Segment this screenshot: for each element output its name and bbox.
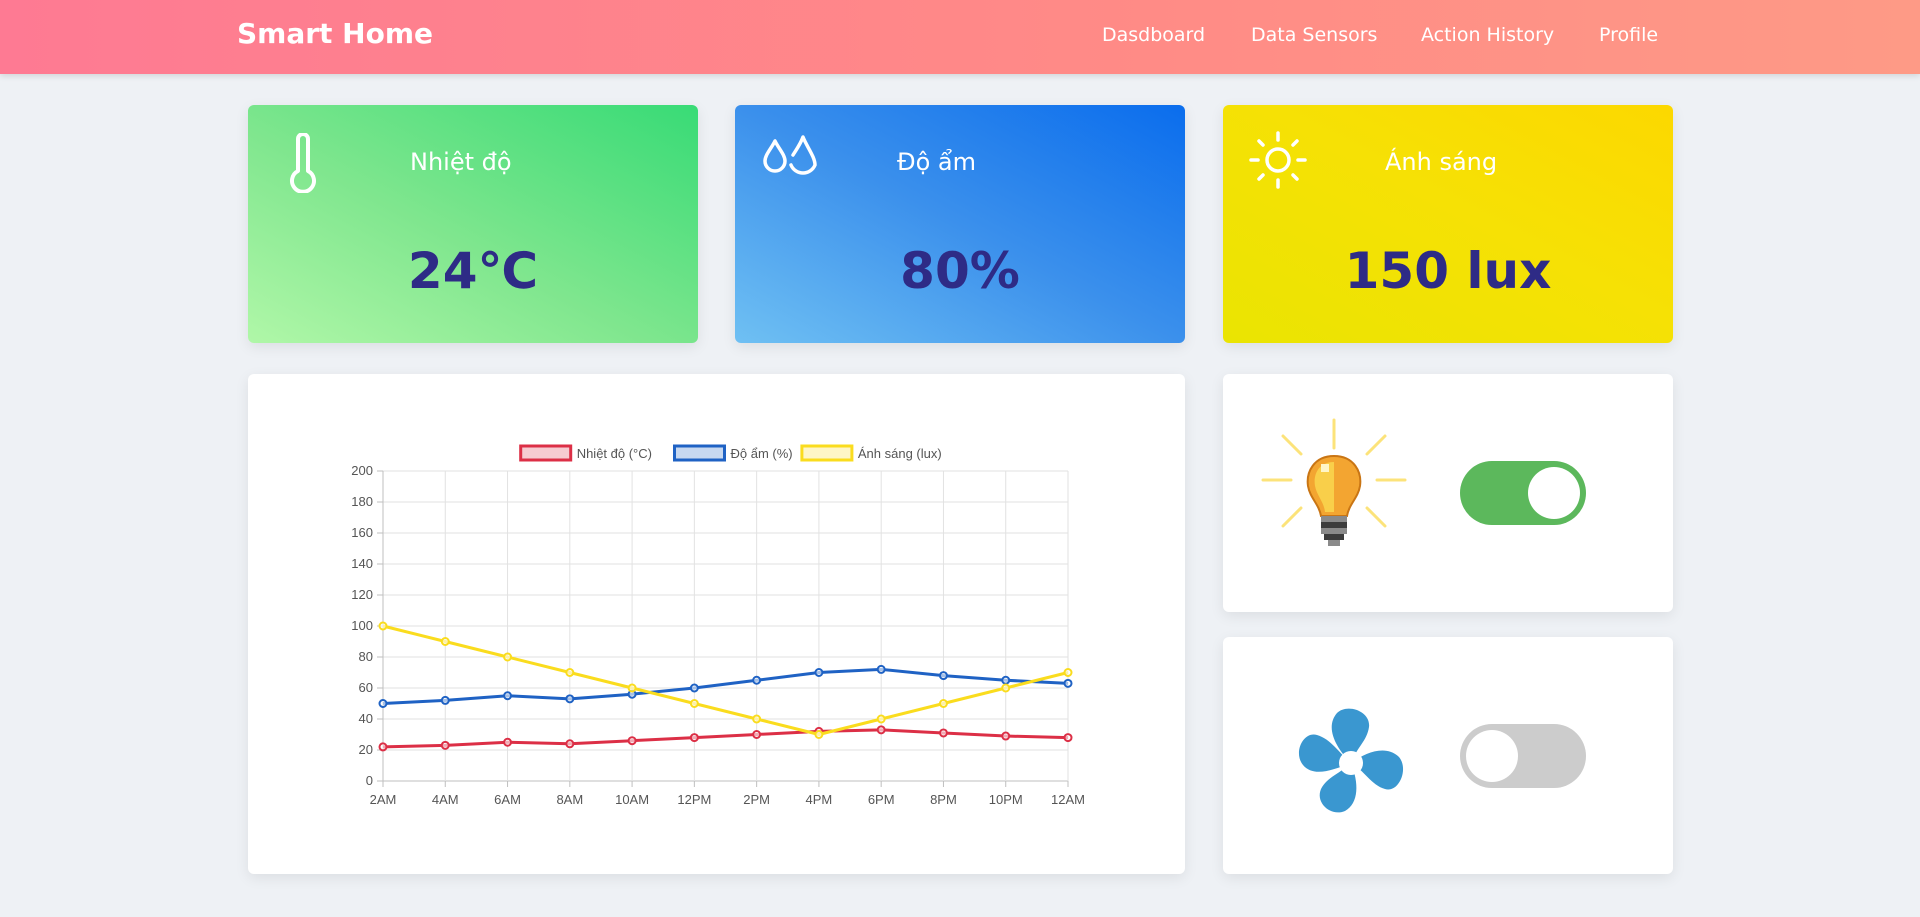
data-point [440, 740, 450, 750]
temperature-card: Nhiệt độ 24℃ [248, 105, 698, 343]
light-label: Ánh sáng [1385, 148, 1498, 176]
x-tick-label: 2PM [743, 792, 770, 807]
series-line-0 [382, 728, 1069, 749]
temperature-value: 24℃ [407, 242, 539, 300]
humidity-label: Độ ẩm [897, 148, 976, 176]
light-value: 150 lux [1344, 242, 1552, 300]
data-point [689, 683, 699, 693]
data-point [1063, 668, 1073, 677]
water-drops-icon [763, 135, 817, 175]
x-tick-label: 6AM [494, 792, 521, 807]
humidity-card: Độ ẩm 80% [735, 105, 1185, 343]
data-point [876, 714, 886, 724]
fan-toggle-knob [1466, 730, 1518, 782]
legend-swatch [673, 444, 726, 462]
data-point [752, 714, 762, 724]
data-point [1001, 675, 1011, 685]
y-tick-label: 120 [351, 587, 373, 602]
x-tick-label: 10AM [615, 792, 649, 807]
data-point [503, 652, 513, 662]
chart-axes: 0 20 40 60 80 100 120 140 160 180 200 2AM 4AM 6AM 8AM 1… [351, 463, 1085, 807]
data-point [627, 736, 637, 746]
data-point [876, 664, 886, 674]
data-point [752, 675, 762, 685]
data-point [378, 699, 388, 708]
data-point [689, 733, 699, 743]
light-bulb-icon [1261, 418, 1407, 546]
temperature-label: Nhiệt độ [410, 148, 512, 176]
navbar: Smart Home Dasdboard Data Sensors Action… [0, 0, 1920, 74]
light-toggle-knob [1528, 467, 1580, 519]
chart-legend[interactable]: Nhiệt độ (°C) Độ ẩm (%) Ánh sáng (lux) [519, 444, 942, 462]
legend-label: Nhiệt độ (°C) [577, 446, 652, 461]
x-tick-label: 12PM [677, 792, 711, 807]
nav-link-data-sensors[interactable]: Data Sensors [1251, 24, 1377, 46]
legend-label: Ánh sáng (lux) [858, 446, 942, 461]
legend-swatch [519, 444, 573, 462]
legend-swatch [800, 444, 854, 462]
data-point [503, 737, 513, 747]
x-tick-label: 2AM [370, 792, 397, 807]
data-point [440, 695, 450, 705]
sun-icon [1249, 131, 1307, 189]
x-tick-label: 4PM [806, 792, 833, 807]
legend-item[interactable]: Độ ẩm (%) [673, 444, 793, 462]
x-tick-label: 6PM [868, 792, 895, 807]
data-point [565, 668, 575, 677]
data-point [1001, 731, 1011, 741]
y-tick-label: 60 [359, 680, 373, 695]
y-tick-label: 40 [359, 711, 373, 726]
nav-link-action-history[interactable]: Action History [1421, 24, 1554, 46]
data-point [938, 728, 948, 738]
light-control-card [1223, 374, 1673, 612]
data-point [814, 668, 824, 677]
x-tick-label: 12AM [1051, 792, 1085, 807]
legend-item[interactable]: Nhiệt độ (°C) [519, 444, 652, 462]
light-toggle[interactable] [1460, 461, 1586, 525]
data-point [1063, 733, 1073, 743]
legend-label: Độ ẩm (%) [731, 446, 793, 461]
x-tick-label: 8PM [930, 792, 957, 807]
y-tick-label: 0 [366, 773, 373, 788]
data-point [503, 691, 513, 701]
thermometer-icon [290, 133, 316, 193]
data-point [565, 694, 575, 704]
series-line-2 [382, 624, 1069, 736]
chart-series [378, 621, 1073, 752]
data-point [689, 699, 699, 708]
x-tick-label: 10PM [989, 792, 1023, 807]
data-point [627, 683, 637, 693]
data-point [378, 621, 388, 631]
data-point [440, 637, 450, 646]
legend-item[interactable]: Ánh sáng (lux) [800, 444, 942, 462]
data-point [565, 739, 575, 749]
nav-link-profile[interactable]: Profile [1599, 24, 1658, 46]
fan-toggle[interactable] [1460, 724, 1586, 788]
brand-title[interactable]: Smart Home [237, 17, 433, 50]
fan-icon [1298, 708, 1404, 813]
data-point [752, 730, 762, 739]
nav-link-dashboard[interactable]: Dasdboard [1102, 24, 1205, 46]
x-tick-label: 8AM [556, 792, 583, 807]
fan-control-card [1223, 637, 1673, 874]
y-tick-label: 100 [351, 618, 373, 633]
data-point [938, 699, 948, 708]
humidity-value: 80% [900, 242, 1020, 300]
y-tick-label: 160 [351, 525, 373, 540]
data-point [876, 725, 886, 735]
sensor-line-chart: 0 20 40 60 80 100 120 140 160 180 200 2AM 4AM 6AM 8AM 1… [351, 444, 1085, 807]
data-point [1001, 683, 1011, 693]
data-point [814, 730, 824, 739]
x-tick-label: 4AM [432, 792, 459, 807]
data-point [1063, 678, 1073, 688]
y-tick-label: 20 [359, 742, 373, 757]
y-tick-label: 180 [351, 494, 373, 509]
sensor-chart-card: 0 20 40 60 80 100 120 140 160 180 200 2AM 4AM 6AM 8AM 1… [248, 374, 1185, 874]
y-tick-label: 200 [351, 463, 373, 478]
y-tick-label: 80 [359, 649, 373, 664]
y-tick-label: 140 [351, 556, 373, 571]
light-card: Ánh sáng 150 lux [1223, 105, 1673, 343]
data-point [938, 671, 948, 681]
data-point [378, 742, 388, 752]
